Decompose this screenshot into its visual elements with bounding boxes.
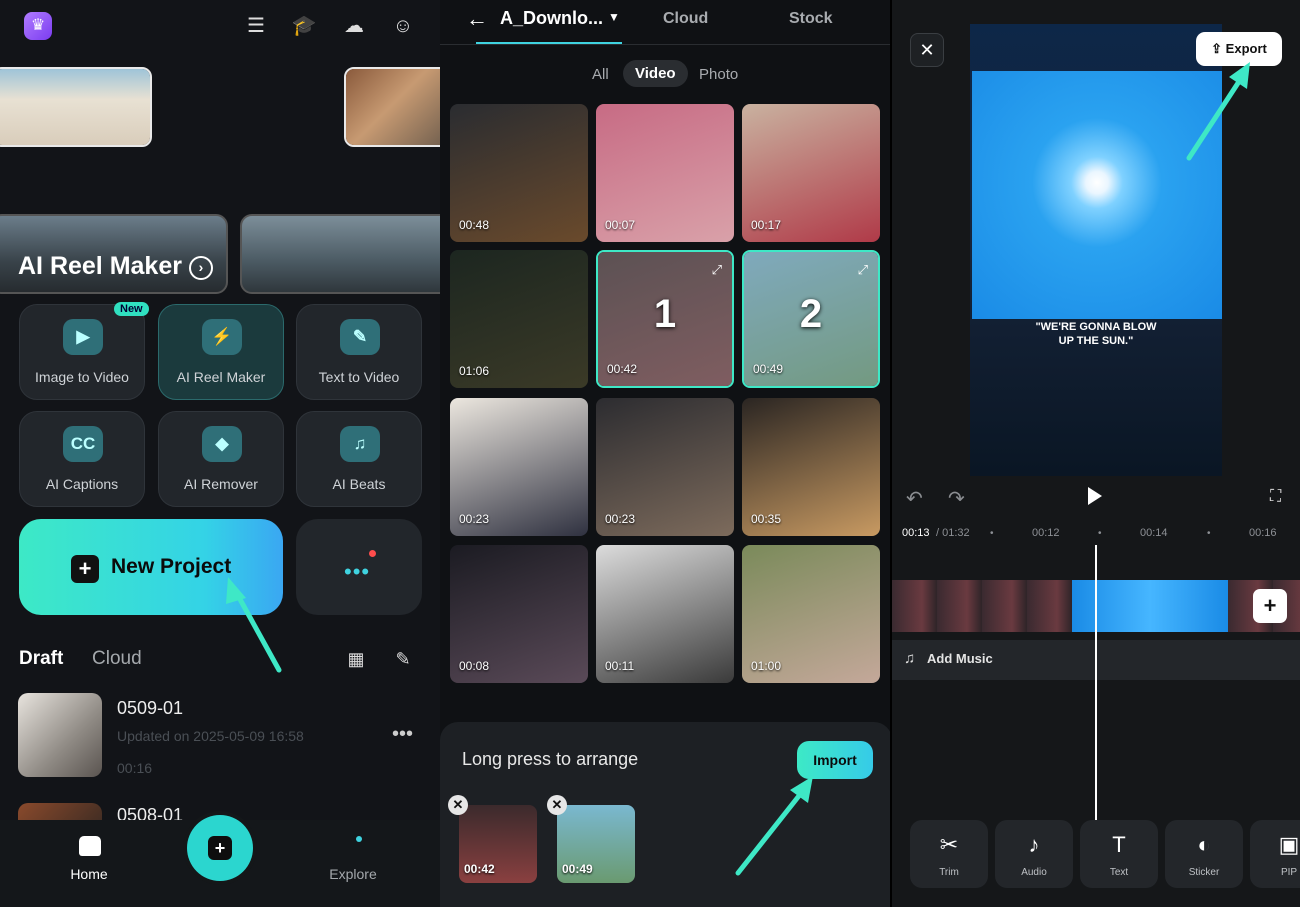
pointer-arrow bbox=[735, 776, 813, 876]
pointer-arrow bbox=[1186, 62, 1250, 161]
home-screen: ♛ ☰ 🎓 ☁ ☺ AI Reel Maker › ▶ Image to Vid… bbox=[0, 0, 440, 907]
pointer-arrow bbox=[226, 577, 282, 673]
editor-screen: ✕ "WE'RE GONNA BLOW UP THE SUN." ⇪ Expor… bbox=[892, 0, 1300, 907]
media-picker: ← A_Downlo... ▼ Cloud Stock All Video Ph… bbox=[440, 0, 892, 907]
